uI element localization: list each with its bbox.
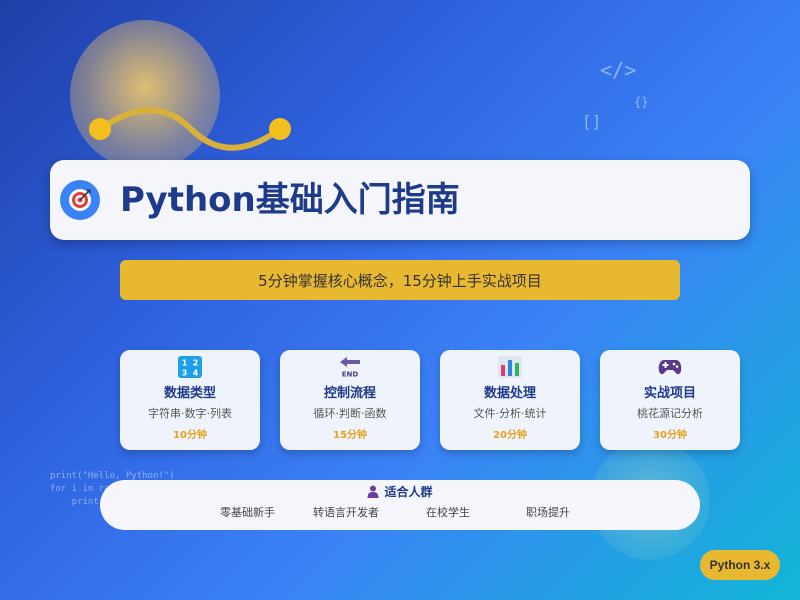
card-description: 字符串·数字·列表: [148, 407, 232, 420]
audience-item: 转语言开发者: [313, 506, 379, 519]
topic-card-control-flow[interactable]: END 控制流程 循环·判断·函数 15分钟: [280, 350, 420, 450]
card-description: 循环·判断·函数: [313, 407, 387, 420]
target-audience-panel: 适合人群 零基础新手 转语言开发者 在校学生 职场提升: [100, 480, 700, 530]
topic-card-practical-project[interactable]: 实战项目 桃花源记分析 30分钟: [600, 350, 740, 450]
page-title: Python基础入门指南: [120, 180, 460, 220]
number-keypad-icon: 1 2 3 4: [178, 356, 202, 378]
card-description: 文件·分析·统计: [473, 407, 547, 420]
svg-text:END: END: [342, 371, 359, 379]
target-icon: [60, 180, 100, 220]
audience-item: 在校学生: [426, 506, 470, 519]
card-title: 控制流程: [323, 386, 376, 401]
svg-text:2: 2: [193, 359, 199, 368]
audience-heading: 适合人群: [100, 483, 700, 501]
curly-braces-icon: {}: [634, 95, 649, 109]
audience-heading-text: 适合人群: [384, 485, 433, 499]
bar-chart-icon: [498, 356, 522, 378]
card-description: 桃花源记分析: [637, 407, 703, 420]
version-badge: Python 3.x: [700, 550, 780, 580]
topic-card-data-processing[interactable]: 数据处理 文件·分析·统计 20分钟: [440, 350, 580, 450]
svg-text:4: 4: [193, 369, 199, 378]
topic-card-data-types[interactable]: 1 2 3 4 数据类型 字符串·数字·列表 10分钟: [120, 350, 260, 450]
end-arrow-icon: END: [338, 356, 362, 379]
card-title: 数据处理: [483, 386, 536, 401]
svg-text:1: 1: [182, 359, 188, 368]
card-duration: 15分钟: [333, 430, 367, 441]
card-title: 实战项目: [643, 386, 696, 401]
card-duration: 10分钟: [173, 430, 207, 441]
card-duration: 30分钟: [653, 430, 687, 441]
title-card: Python基础入门指南: [50, 160, 750, 240]
wave-decoration: [89, 107, 291, 151]
card-duration: 20分钟: [493, 430, 527, 441]
person-icon: [367, 485, 379, 501]
audience-item: 零基础新手: [220, 506, 275, 519]
gamepad-icon: [658, 356, 682, 378]
audience-item: 职场提升: [526, 506, 570, 519]
subtitle-banner: 5分钟掌握核心概念，15分钟上手实战项目: [120, 260, 680, 300]
square-brackets-icon: []: [582, 112, 602, 131]
card-title: 数据类型: [163, 386, 216, 401]
code-brackets-icon: </>: [600, 58, 637, 82]
svg-text:3: 3: [182, 369, 188, 378]
